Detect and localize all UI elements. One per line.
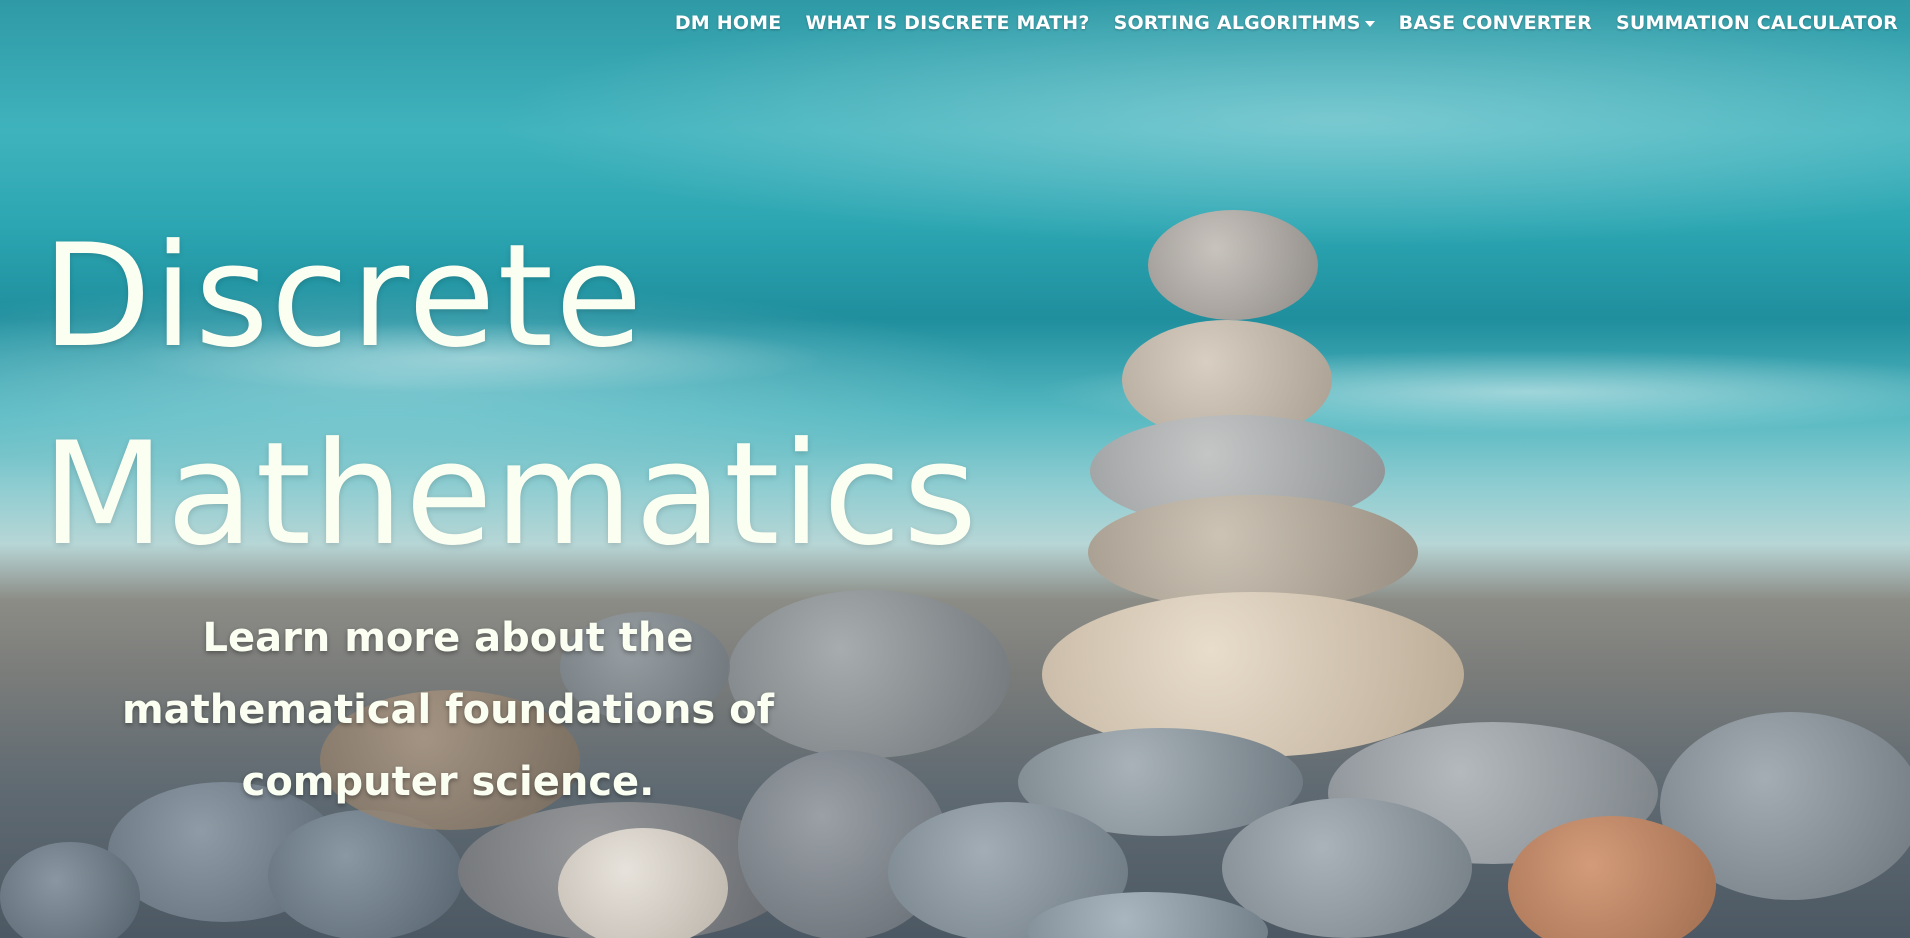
cairn-stone-1 [1148, 210, 1318, 320]
hero-title-line-2: Mathematics [42, 412, 980, 577]
nav-what-is-discrete-math[interactable]: WHAT IS DISCRETE MATH? [805, 12, 1089, 34]
nav-dm-home[interactable]: DM HOME [675, 12, 782, 34]
nav-summation-calculator[interactable]: SUMMATION CALCULATOR [1616, 12, 1898, 34]
pebble [558, 828, 728, 938]
nav-sorting-algorithms-label: SORTING ALGORITHMS [1113, 12, 1361, 34]
top-navbar: DM HOME WHAT IS DISCRETE MATH? SORTING A… [675, 10, 1898, 36]
nav-sorting-algorithms-dropdown[interactable]: SORTING ALGORITHMS [1114, 12, 1375, 34]
chevron-down-icon [1364, 20, 1375, 27]
nav-base-converter[interactable]: BASE CONVERTER [1399, 12, 1592, 34]
hero-title: Discrete Mathematics [42, 198, 979, 594]
hero-title-line-1: Discrete [42, 214, 645, 379]
hero-subtitle: Learn more about the mathematical founda… [121, 615, 775, 805]
